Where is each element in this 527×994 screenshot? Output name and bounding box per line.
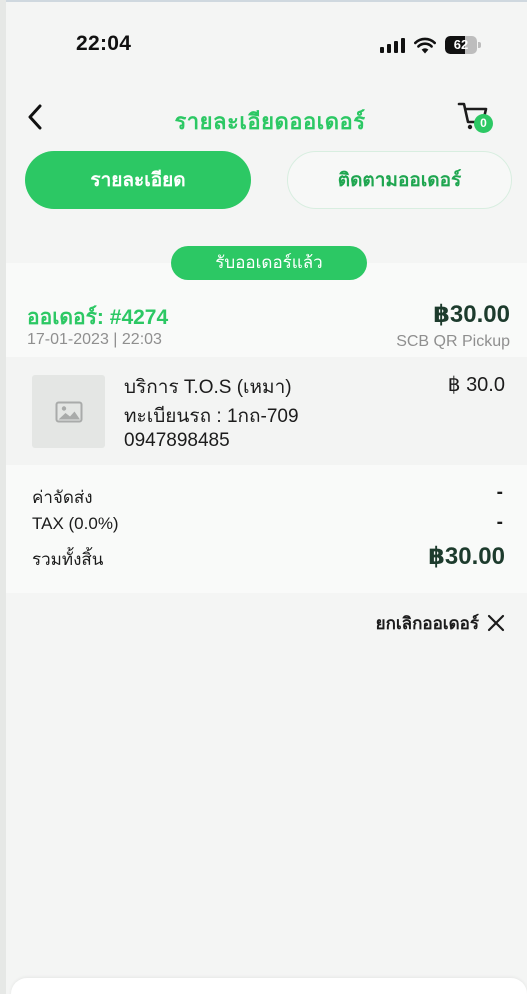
back-button[interactable] [18,100,52,134]
chevron-left-icon [28,104,42,130]
shipping-value: - [496,482,503,503]
status-bar: 22:04 62 [0,0,527,92]
tab-track-order[interactable]: ติดตามออเดอร์ [287,151,512,209]
battery-level: 62 [453,37,469,52]
status-time: 22:04 [76,32,132,55]
item-name: บริการ T.O.S (เหมา) [124,377,292,398]
cancel-order-button[interactable]: ยกเลิกออเดอร์ [376,610,505,636]
close-icon [487,614,505,632]
status-icons: 62 [380,34,481,56]
tab-details[interactable]: รายละเอียด [25,151,251,209]
order-status-badge: รับออเดอร์แล้ว [171,246,367,280]
tax-value: - [496,512,503,533]
order-total: ฿30.00 [433,301,510,328]
order-number: ออเดอร์: #4274 [27,306,169,329]
battery-icon: 62 [445,36,481,54]
tax-label: TAX (0.0%) [32,514,119,533]
shipping-label: ค่าจัดส่ง [32,488,93,507]
item-thumbnail [32,375,105,448]
total-label: รวมทั้งสิ้น [32,550,104,569]
cancel-order-label: ยกเลิกออเดอร์ [375,613,479,633]
grand-total-value: ฿30.00 [428,543,505,570]
wifi-icon [414,37,436,53]
image-placeholder-icon [55,401,82,422]
cellular-signal-icon [380,37,405,53]
order-datetime: 17-01-2023 | 22:03 [27,331,162,348]
cart-button[interactable]: 0 [456,100,496,136]
cart-count-badge: 0 [474,114,493,133]
payment-method: SCB QR Pickup [396,333,510,350]
bottom-sheet [11,978,527,994]
item-phone: 0947898485 [124,430,230,451]
item-price: ฿ 30.0 [447,374,505,396]
item-plate: ทะเบียนรถ : 1กถ-709 [124,406,299,427]
page-title: รายละเอียดออเดอร์ [174,109,366,134]
